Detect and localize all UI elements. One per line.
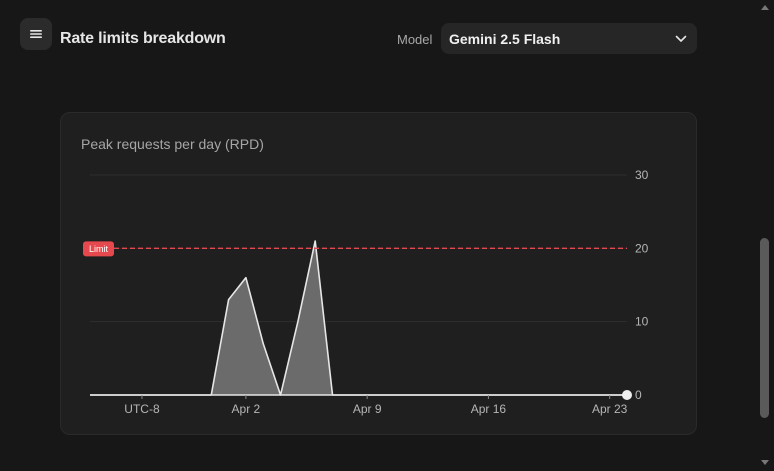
- y-tick-label: 10: [635, 315, 649, 329]
- x-tick-label: Apr 16: [471, 402, 507, 416]
- rpd-chart: 0 10 20 30 Limit UTC-8 Apr 2 Apr 9 Apr 16 Apr 23: [83, 168, 649, 416]
- x-tick-label: UTC-8: [124, 402, 160, 416]
- scroll-up-arrow[interactable]: [760, 2, 770, 12]
- rpd-area: [90, 241, 627, 395]
- rpd-line: [90, 240, 627, 396]
- x-tick-label: Apr 2: [232, 402, 261, 416]
- limit-badge-label: Limit: [89, 244, 109, 254]
- y-tick-label: 0: [635, 388, 642, 402]
- scroll-down-arrow[interactable]: [760, 458, 770, 468]
- caret-down-icon: [761, 460, 769, 465]
- caret-up-icon: [761, 5, 769, 10]
- scrollbar-thumb[interactable]: [760, 238, 769, 418]
- y-tick-label: 30: [635, 168, 649, 182]
- x-tick-label: Apr 9: [353, 402, 382, 416]
- last-point-marker: [622, 390, 632, 400]
- x-tick-label: Apr 23: [592, 402, 628, 416]
- y-tick-label: 20: [635, 241, 649, 255]
